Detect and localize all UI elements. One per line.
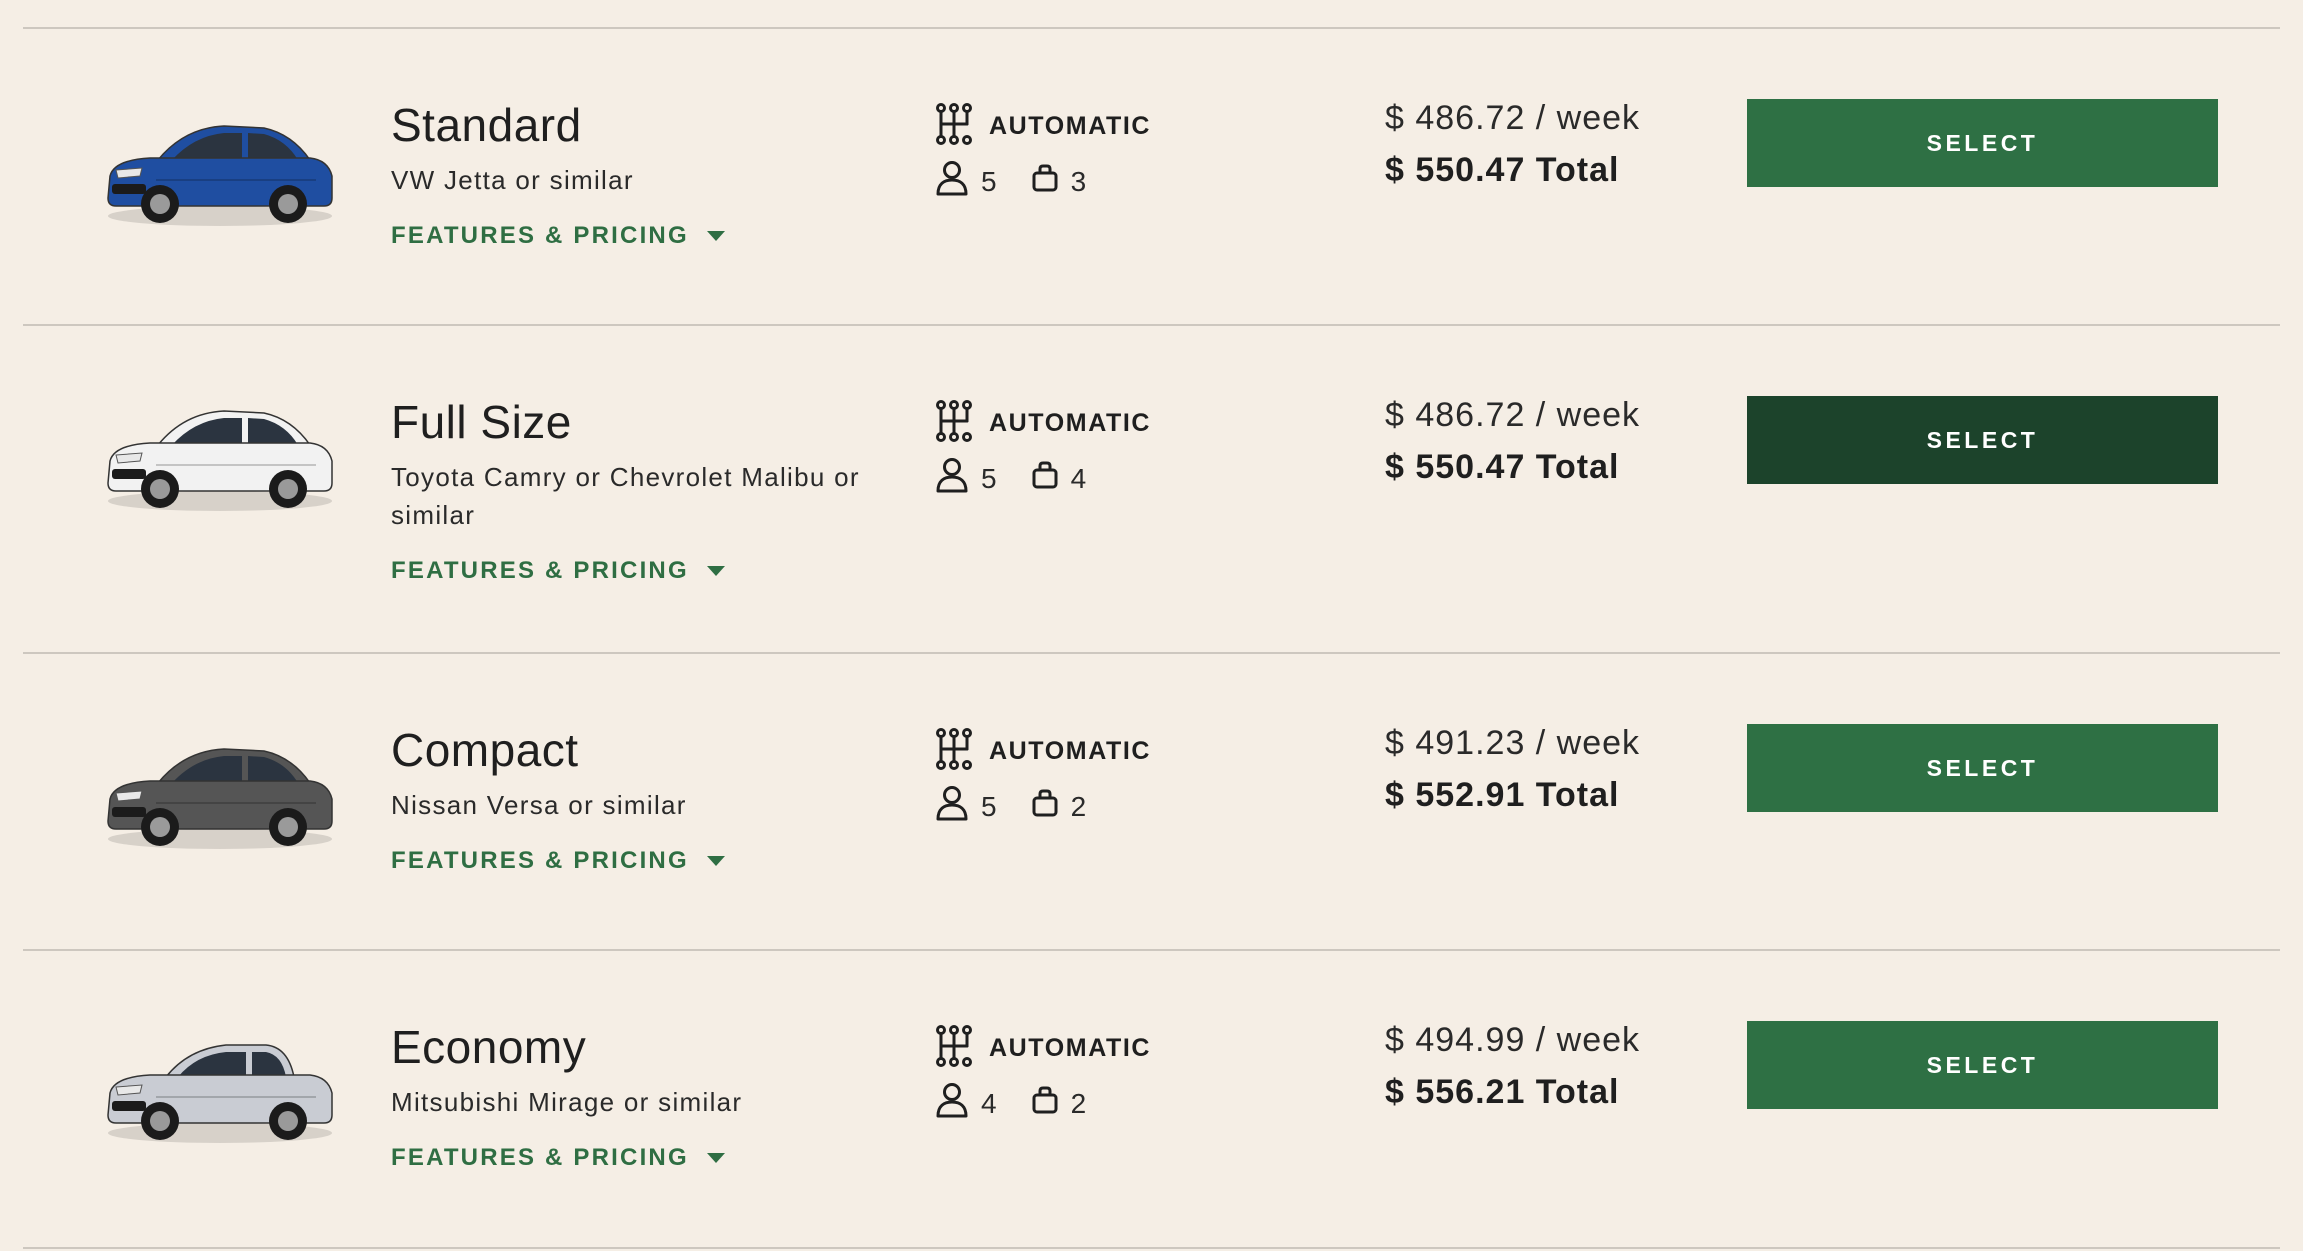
bag-count: 4 (1070, 462, 1087, 494)
passenger-count: 5 (981, 165, 997, 197)
row-divider (23, 1247, 2280, 1249)
transmission-info: AUTOMATIC (935, 102, 1151, 151)
total-price: $ 552.91 Total (1385, 776, 1620, 814)
select-button[interactable]: SELECT (1747, 396, 2218, 484)
car-image (96, 1015, 338, 1151)
luggage-icon (1031, 163, 1059, 200)
transmission-label: AUTOMATIC (989, 1034, 1152, 1062)
features-pricing-toggle[interactable]: FEATURES & PRICING (391, 222, 725, 250)
transmission-info: AUTOMATIC (935, 727, 1151, 776)
car-image (96, 721, 338, 857)
row-divider (23, 27, 2280, 29)
transmission-info: AUTOMATIC (935, 399, 1151, 448)
transmission-info: AUTOMATIC (935, 1024, 1151, 1073)
features-pricing-toggle[interactable]: FEATURES & PRICING (391, 557, 725, 585)
transmission-label: AUTOMATIC (989, 409, 1152, 437)
weekly-price: $ 494.99 / week (1385, 1021, 1641, 1059)
passenger-icon (935, 160, 969, 203)
capacity-info: 5 2 (935, 785, 1086, 828)
row-divider (23, 949, 2280, 951)
luggage-icon (1031, 460, 1059, 497)
features-pricing-label: FEATURES & PRICING (391, 847, 689, 874)
vehicle-model: Mitsubishi Mirage or similar (391, 1087, 743, 1117)
transmission-label: AUTOMATIC (989, 737, 1152, 765)
luggage-icon (1031, 1085, 1059, 1122)
bag-count: 3 (1070, 165, 1087, 197)
car-image (96, 383, 338, 519)
transmission-icon (935, 102, 973, 151)
vehicle-class-title: Compact (391, 724, 579, 776)
passenger-icon (935, 785, 969, 828)
transmission-label: AUTOMATIC (989, 112, 1152, 140)
select-button[interactable]: SELECT (1747, 1021, 2218, 1109)
features-pricing-label: FEATURES & PRICING (391, 222, 689, 249)
bag-count: 2 (1070, 790, 1087, 822)
passenger-icon (935, 1082, 969, 1125)
transmission-icon (935, 399, 973, 448)
total-price: $ 556.21 Total (1385, 1073, 1620, 1111)
vehicle-list: Standard VW Jetta or similar FEATURES & … (0, 0, 2303, 1251)
vehicle-model: Nissan Versa or similar (391, 790, 687, 820)
select-button[interactable]: SELECT (1747, 724, 2218, 812)
weekly-price: $ 491.23 / week (1385, 724, 1641, 762)
passenger-count: 5 (981, 790, 997, 822)
features-pricing-label: FEATURES & PRICING (391, 1144, 689, 1171)
transmission-icon (935, 1024, 973, 1073)
row-divider (23, 652, 2280, 654)
features-pricing-toggle[interactable]: FEATURES & PRICING (391, 847, 725, 875)
passenger-count: 4 (981, 1087, 997, 1119)
capacity-info: 5 4 (935, 457, 1086, 500)
vehicle-class-title: Full Size (391, 396, 572, 448)
vehicle-class-title: Standard (391, 99, 582, 151)
capacity-info: 5 3 (935, 160, 1086, 203)
row-divider (23, 324, 2280, 326)
select-button[interactable]: SELECT (1747, 99, 2218, 187)
caret-down-icon (706, 231, 725, 241)
features-pricing-toggle[interactable]: FEATURES & PRICING (391, 1144, 725, 1172)
caret-down-icon (706, 1153, 725, 1163)
vehicle-model: VW Jetta or similar (391, 165, 634, 195)
transmission-icon (935, 727, 973, 776)
bag-count: 2 (1070, 1087, 1087, 1119)
capacity-info: 4 2 (935, 1082, 1086, 1125)
passenger-icon (935, 457, 969, 500)
weekly-price: $ 486.72 / week (1385, 396, 1641, 434)
vehicle-class-title: Economy (391, 1021, 587, 1073)
car-image (96, 98, 338, 234)
total-price: $ 550.47 Total (1385, 448, 1620, 486)
total-price: $ 550.47 Total (1385, 151, 1620, 189)
caret-down-icon (706, 566, 725, 576)
caret-down-icon (706, 856, 725, 866)
passenger-count: 5 (981, 462, 997, 494)
weekly-price: $ 486.72 / week (1385, 99, 1641, 137)
luggage-icon (1031, 788, 1059, 825)
vehicle-model: Toyota Camry or Chevrolet Malibu or simi… (391, 462, 860, 530)
features-pricing-label: FEATURES & PRICING (391, 557, 689, 584)
